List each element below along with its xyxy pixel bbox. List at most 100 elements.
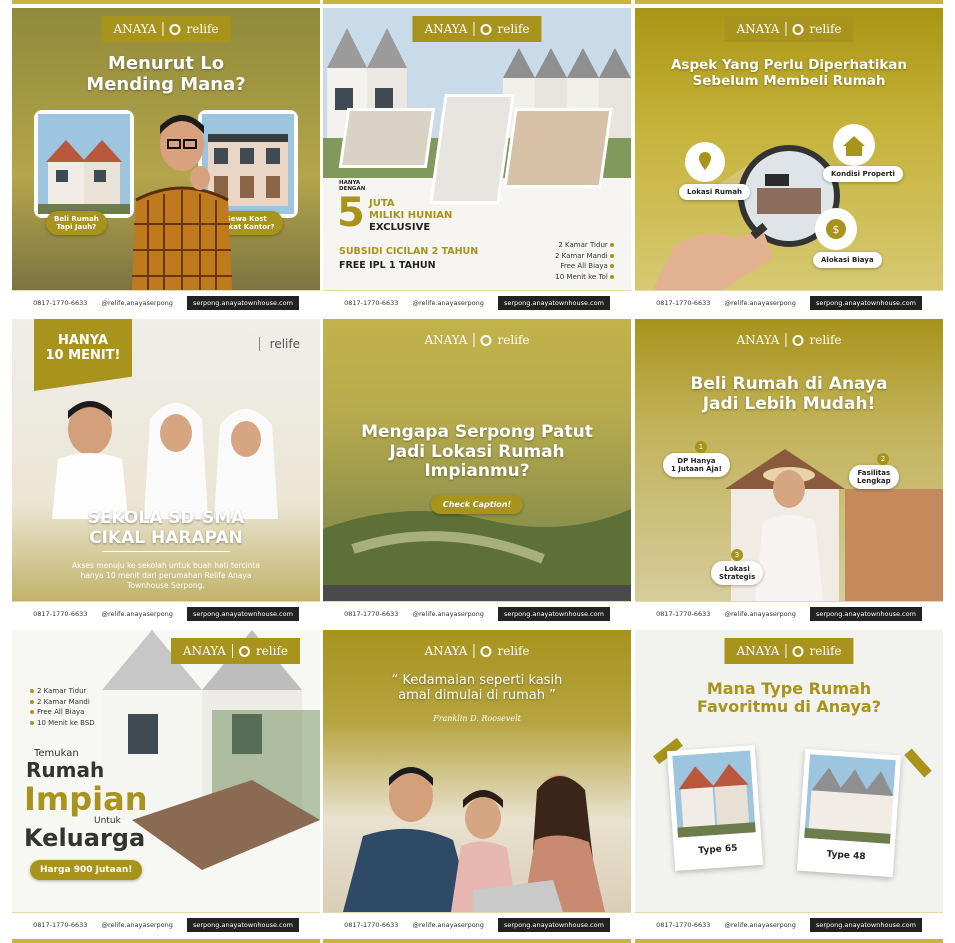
feature-item: 10 Menit ke BSD xyxy=(30,718,95,729)
relife-wordmark: relife xyxy=(186,22,219,36)
divider xyxy=(785,333,787,347)
phone-number: 0817-1770-6633 xyxy=(33,609,88,618)
row-top-strip xyxy=(12,0,320,4)
brand-logo: ANAYA relife xyxy=(412,16,542,42)
feature-item: 2 Kamar Mandi xyxy=(555,251,617,262)
row-bottom-strip xyxy=(323,939,631,943)
anaya-wordmark: ANAYA xyxy=(736,333,780,347)
relife-wordmark: relife xyxy=(269,337,300,351)
brand-logo: ANAYA relife xyxy=(412,327,541,353)
brand-logo: ANAYA relife xyxy=(724,638,854,664)
website-url: serpong.anayatownhouse.com xyxy=(810,606,922,621)
divider xyxy=(785,644,787,658)
step-number: 2 xyxy=(877,453,889,465)
feature-list: 2 Kamar Tidur 2 Kamar Mandi Free All Bia… xyxy=(30,686,95,728)
post-tile-7[interactable]: ANAYA relife 2 Kamar Tidur 2 Kamar Mandi … xyxy=(12,630,320,936)
instagram-handle: @relife.anayaserpong xyxy=(101,609,173,618)
benefit-facility-label: Fasilitas Lengkap xyxy=(849,465,899,489)
students-photo xyxy=(52,401,278,519)
svg-text:$: $ xyxy=(833,223,840,236)
instagram-handle: @relife.anayaserpong xyxy=(724,920,796,929)
feature-item: Free All Biaya xyxy=(30,707,95,718)
family-laptop-photo xyxy=(343,767,605,912)
post-footer: 0817-1770-6633 @relife.anayaserpong serpon… xyxy=(635,601,943,625)
post-tile-1[interactable]: ANAYA relife Menurut Lo Mending Mana? Bel… xyxy=(12,8,320,314)
website-url: serpong.anayatownhouse.com xyxy=(187,917,299,932)
divider xyxy=(473,644,475,658)
type-65-card[interactable]: Type 65 xyxy=(666,745,764,871)
post-tile-2[interactable]: ANAYA relife HANYA DENGAN 5 JUTA MILIKI H… xyxy=(323,8,631,314)
post-footer: 0817-1770-6633 @relife.anayaserpong serpon… xyxy=(635,912,943,936)
relife-wordmark: relife xyxy=(809,333,842,347)
promo-free-ipl: FREE IPL 1 TAHUN xyxy=(339,260,436,271)
headline-line-2: Rumah xyxy=(26,758,105,782)
relife-wordmark: relife xyxy=(497,644,530,658)
post-headline: Mengapa Serpong Patut Jadi Lokasi Rumah … xyxy=(361,422,593,482)
post-footer: 0817-1770-6633 @relife.anayaserpong serpon… xyxy=(323,290,631,314)
anaya-wordmark: ANAYA xyxy=(182,644,226,658)
thinking-man-photo xyxy=(132,115,232,290)
post-footer: 0817-1770-6633 @relife.anayaserpong serpon… xyxy=(635,290,943,314)
promo-subsidy: SUBSIDI CICILAN 2 TAHUN xyxy=(339,246,479,257)
house-facade-photo xyxy=(429,94,515,204)
phone-number: 0817-1770-6633 xyxy=(656,920,711,929)
post-footer: 0817-1770-6633 @relife.anayaserpong serpon… xyxy=(323,601,631,625)
phone-number: 0817-1770-6633 xyxy=(33,298,88,307)
post-headline: Menurut Lo Mending Mana? xyxy=(86,53,246,95)
type-48-house-photo xyxy=(804,754,896,844)
instagram-handle: @relife.anayaserpong xyxy=(412,609,484,618)
row-bottom-strip xyxy=(635,939,943,943)
post-tile-6[interactable]: ANAYA relife Beli Rumah di Anaya Jadi Leb… xyxy=(635,319,943,625)
post-tile-8[interactable]: ANAYA relife “ Kedamaian seperti kasih am… xyxy=(323,630,631,936)
phone-number: 0817-1770-6633 xyxy=(656,298,711,307)
promo-line-3: EXCLUSIVE xyxy=(369,222,431,233)
post-tile-4[interactable]: HANYA 10 MENIT! relife SEKOLA SD-SMA CIK… xyxy=(12,319,320,625)
brand-logo: ANAYA relife xyxy=(724,16,854,42)
brand-logo: ANAYA relife xyxy=(724,327,853,353)
phone-number: 0817-1770-6633 xyxy=(656,609,711,618)
relife-logo-icon xyxy=(480,645,492,657)
post-footer: 0817-1770-6633 @relife.anayaserpong serpon… xyxy=(323,912,631,936)
benefit-dp-label: DP Hanya 1 Jutaan Aja! xyxy=(663,453,730,477)
instagram-handle: @relife.anayaserpong xyxy=(101,920,173,929)
promo-line-2: MILIKI HUNIAN xyxy=(369,210,453,221)
post-tile-3[interactable]: ANAYA relife Aspek Yang Perlu Diperhatika… xyxy=(635,8,943,314)
aspect-cost-label: Alokasi Biaya xyxy=(813,252,882,268)
phone-number: 0817-1770-6633 xyxy=(344,609,399,618)
check-caption-button[interactable]: Check Caption! xyxy=(430,495,524,514)
post-headline: Mana Type Rumah Favoritmu di Anaya? xyxy=(697,679,881,717)
post-tile-5[interactable]: ANAYA relife Mengapa Serpong Patut Jadi L… xyxy=(323,319,631,625)
highlight-badge: HANYA 10 MENIT! xyxy=(34,319,132,391)
divider xyxy=(473,333,475,347)
aspect-location-label: Lokasi Rumah xyxy=(679,184,751,200)
interior-photo-tv xyxy=(338,108,436,168)
feature-item: 10 Menit ke Tol xyxy=(555,272,617,283)
row-top-strip xyxy=(635,0,943,4)
post-headline: Beli Rumah di Anaya Jadi Lebih Mudah! xyxy=(690,374,888,414)
phone-number: 0817-1770-6633 xyxy=(344,920,399,929)
tape-decoration xyxy=(904,748,932,778)
anaya-wordmark: ANAYA xyxy=(113,22,157,36)
post-footer: 0817-1770-6633 @relife.anayaserpong serpon… xyxy=(12,912,320,936)
anaya-wordmark: ANAYA xyxy=(424,333,468,347)
post-footer: 0817-1770-6633 @relife.anayaserpong serpon… xyxy=(12,601,320,625)
phone-number: 0817-1770-6633 xyxy=(33,920,88,929)
instagram-handle: @relife.anayaserpong xyxy=(101,298,173,307)
instagram-handle: @relife.anayaserpong xyxy=(724,298,796,307)
brand-logo: ANAYA relife xyxy=(101,16,231,42)
quote-text: “ Kedamaian seperti kasih amal dimulai d… xyxy=(391,673,563,703)
location-pin-icon xyxy=(685,142,725,182)
relife-logo-icon xyxy=(792,645,804,657)
website-url: serpong.anayatownhouse.com xyxy=(498,606,610,621)
relife-logo: relife xyxy=(258,337,300,351)
row-bottom-strip xyxy=(12,939,320,943)
bedroom-photo xyxy=(503,108,613,188)
anaya-wordmark: ANAYA xyxy=(736,22,780,36)
instagram-handle: @relife.anayaserpong xyxy=(412,920,484,929)
type-48-card[interactable]: Type 48 xyxy=(796,748,902,878)
phone-number: 0817-1770-6633 xyxy=(344,298,399,307)
house-condition-icon xyxy=(833,124,875,166)
post-tile-9[interactable]: ANAYA relife Mana Type Rumah Favoritmu di… xyxy=(635,630,943,936)
promo-big-number: 5 xyxy=(337,190,365,236)
relife-wordmark: relife xyxy=(497,22,530,36)
